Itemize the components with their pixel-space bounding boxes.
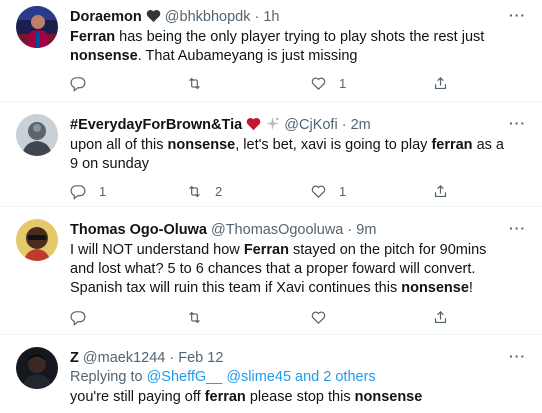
display-name[interactable]: Thomas Ogo-Oluwa	[70, 222, 207, 238]
share-icon	[434, 76, 447, 89]
retweet-icon	[189, 311, 200, 323]
highlight-keyword: ferran	[431, 137, 473, 153]
tweet-everydayforbrown[interactable]: #EverydayForBrown&Tia @CjKofi · 2m ··· u…	[0, 102, 542, 206]
separator-dot: ·	[254, 9, 260, 25]
share-button[interactable]	[432, 74, 449, 92]
text-segment: has being the only player trying to play…	[115, 29, 485, 45]
highlight-keyword: nonsense	[401, 280, 469, 296]
highlight-keyword: Ferran	[243, 242, 289, 258]
text-segment: , let's bet, xavi is going to play	[235, 137, 432, 153]
retweet-button[interactable]: 2	[186, 182, 222, 200]
replying-to-users-link[interactable]: @SheffG__ @slime45 and 2 others	[147, 369, 376, 385]
like-button[interactable]: 1	[310, 74, 346, 92]
avatar-thomas[interactable]	[16, 219, 58, 261]
like-button[interactable]: 1	[310, 182, 346, 200]
user-handle[interactable]: @ThomasOgooluwa	[211, 222, 343, 238]
tweet-text: upon all of this nonsense, let's bet, xa…	[70, 136, 510, 174]
tweet-actions	[70, 308, 510, 326]
tweet-header: Z @maek1244 · Feb 12	[70, 349, 223, 367]
retweet-count: 2	[215, 183, 223, 199]
display-name[interactable]: Z	[70, 350, 79, 366]
retweet-button[interactable]	[186, 74, 215, 92]
text-segment: . That Aubameyang is just missing	[137, 48, 358, 64]
highlight-keyword: Ferran	[70, 29, 116, 45]
avatar-doraemon[interactable]	[16, 6, 58, 48]
timestamp[interactable]: Feb 12	[178, 350, 223, 366]
tweet-thomas[interactable]: Thomas Ogo-Oluwa @ThomasOgooluwa · 9m ··…	[0, 207, 542, 334]
highlight-keyword: nonsense	[70, 48, 138, 64]
reply-count: 1	[99, 183, 107, 199]
text-segment: you're still paying off	[70, 389, 205, 405]
retweet-button[interactable]	[186, 308, 215, 326]
retweet-icon	[189, 77, 200, 89]
sparkle-icon	[265, 116, 280, 136]
replying-to-label: Replying to	[70, 369, 143, 385]
more-icon[interactable]: ···	[509, 7, 526, 23]
display-name[interactable]: #EverydayForBrown&Tia	[70, 117, 242, 133]
tweet-header: Thomas Ogo-Oluwa @ThomasOgooluwa · 9m	[70, 221, 376, 239]
tweet-header: #EverydayForBrown&Tia @CjKofi · 2m	[70, 116, 371, 136]
tweet-text: I will NOT understand how Ferran stayed …	[70, 241, 510, 298]
like-icon	[311, 311, 326, 324]
tweet-z[interactable]: Z @maek1244 · Feb 12 ··· Replying to @Sh…	[0, 335, 542, 413]
tweet-text: you're still paying off ferran please st…	[70, 388, 510, 407]
tweet-doraemon[interactable]: Doraemon @bhkbhopdk · 1h ··· Ferran has …	[0, 0, 542, 101]
text-segment: please stop this	[245, 389, 355, 405]
more-icon[interactable]: ···	[509, 348, 526, 364]
tweet-actions: 1	[70, 74, 510, 92]
user-handle[interactable]: @maek1244	[83, 350, 165, 366]
text-segment: upon all of this	[70, 137, 168, 153]
timestamp[interactable]: 2m	[351, 117, 371, 133]
share-icon	[434, 310, 447, 323]
separator-dot: ·	[347, 222, 353, 238]
reply-icon	[70, 184, 86, 200]
like-count: 1	[339, 75, 347, 91]
more-icon[interactable]: ···	[509, 115, 526, 131]
share-icon	[434, 184, 447, 197]
reply-icon	[70, 76, 86, 92]
share-button[interactable]	[432, 182, 449, 200]
tweet-actions: 1 2 1	[70, 182, 510, 200]
reply-button[interactable]	[70, 74, 99, 92]
user-handle[interactable]: @bhkbhopdk	[165, 9, 251, 25]
reply-button[interactable]	[70, 308, 99, 326]
black-heart-icon	[146, 9, 161, 28]
display-name[interactable]: Doraemon	[70, 9, 142, 25]
reply-button[interactable]: 1	[70, 182, 106, 200]
replying-to: Replying to @SheffG__ @slime45 and 2 oth…	[70, 369, 376, 385]
like-button[interactable]	[310, 308, 339, 326]
highlight-keyword: nonsense	[167, 137, 236, 153]
avatar-z[interactable]	[16, 347, 58, 389]
like-count: 1	[339, 183, 347, 199]
text-segment: I will NOT understand how	[70, 242, 244, 258]
separator-dot: ·	[341, 117, 347, 133]
highlight-keyword: ferran	[204, 389, 246, 405]
timestamp[interactable]: 9m	[356, 222, 376, 238]
tweet-header: Doraemon @bhkbhopdk · 1h	[70, 8, 280, 28]
like-icon	[311, 185, 326, 198]
tweet-text: Ferran has being the only player trying …	[70, 28, 510, 66]
separator-dot: ·	[169, 350, 175, 366]
highlight-keyword: nonsense	[354, 389, 423, 405]
user-handle[interactable]: @CjKofi	[284, 117, 337, 133]
like-icon	[311, 77, 326, 90]
more-icon[interactable]: ···	[509, 220, 526, 236]
timestamp[interactable]: 1h	[263, 9, 279, 25]
text-segment: !	[468, 280, 473, 296]
reply-icon	[70, 310, 86, 326]
share-button[interactable]	[432, 308, 449, 326]
red-heart-icon	[246, 117, 261, 136]
avatar-everydayforbrown[interactable]	[16, 114, 58, 156]
retweet-icon	[189, 185, 200, 197]
